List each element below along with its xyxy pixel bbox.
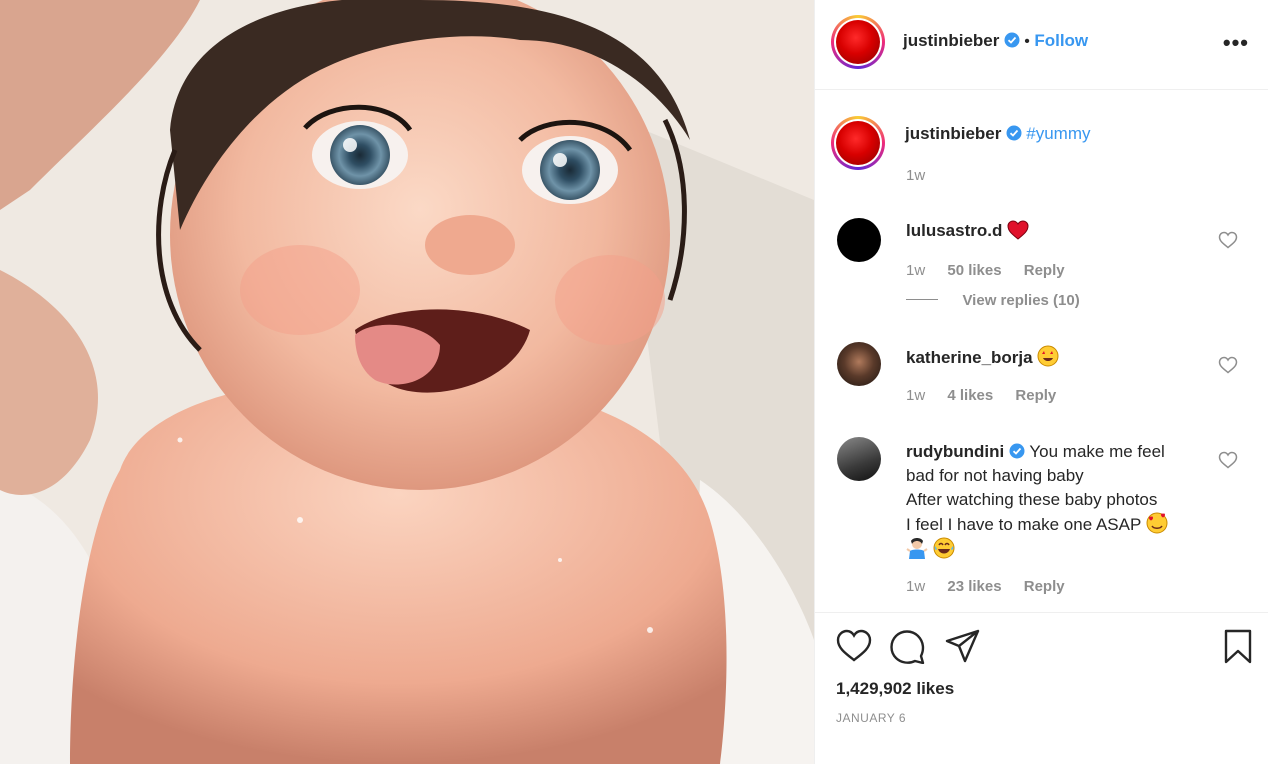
caption-time: 1w (906, 167, 926, 184)
comment-likes[interactable]: 4 likes (947, 387, 993, 404)
like-comment-heart-icon[interactable] (1218, 356, 1238, 374)
red-heart-emoji-icon (1007, 220, 1029, 240)
bookmark-icon[interactable] (1223, 629, 1253, 665)
comment-likes[interactable]: 23 likes (947, 578, 1001, 595)
shrug-emoji-icon (906, 538, 928, 559)
comment-avatar[interactable] (837, 437, 881, 481)
baby-photo-illustration (0, 0, 814, 764)
comment-avatar[interactable] (837, 342, 881, 386)
comment-body: katherine_borja (906, 345, 1059, 368)
star-struck-emoji-icon (1037, 345, 1059, 367)
comment-body: lulusastro.d (906, 220, 1029, 241)
like-comment-heart-icon[interactable] (1218, 451, 1238, 469)
comment-time: 1w (906, 262, 926, 279)
comment-avatar[interactable] (837, 218, 881, 262)
verified-icon (1006, 125, 1022, 141)
view-replies-label[interactable]: View replies (10) (962, 292, 1079, 309)
comment-text: You make me feel (1029, 442, 1165, 461)
more-icon[interactable]: ••• (1223, 30, 1249, 56)
comment-likes[interactable]: 50 likes (947, 262, 1001, 279)
comment-meta: 1w 50 likes Reply (906, 262, 1083, 279)
caption-author-avatar[interactable] (831, 116, 885, 170)
comment-text: After watching these baby photos (906, 490, 1158, 509)
post-details-panel: justinbieber • Follow ••• justinbieber #… (814, 0, 1268, 764)
comment-meta: 1w 4 likes Reply (906, 387, 1074, 404)
follow-button[interactable]: Follow (1034, 31, 1088, 50)
reply-button[interactable]: Reply (1024, 262, 1065, 279)
comment-username[interactable]: lulusastro.d (906, 221, 1002, 240)
comment-time: 1w (906, 387, 926, 404)
tears-of-joy-emoji-icon (933, 537, 955, 559)
author-username[interactable]: justinbieber (903, 31, 999, 50)
comment-meta: 1w 23 likes Reply (906, 578, 1083, 595)
comment-username[interactable]: katherine_borja (906, 348, 1033, 367)
caption-hashtag[interactable]: #yummy (1026, 124, 1090, 143)
like-comment-heart-icon[interactable] (1218, 231, 1238, 249)
comment-icon[interactable] (890, 630, 926, 664)
view-replies[interactable]: View replies (10) (906, 292, 1080, 310)
comment-time: 1w (906, 578, 926, 595)
verified-icon (1004, 32, 1020, 48)
post-photo[interactable] (0, 0, 814, 764)
likes-count[interactable]: 1,429,902 likes (836, 679, 954, 699)
separator-dot: • (1024, 33, 1030, 50)
view-replies-line (906, 299, 938, 300)
post-actions: 1,429,902 likes JANUARY 6 (815, 612, 1268, 764)
reply-button[interactable]: Reply (1024, 578, 1065, 595)
post-header: justinbieber • Follow ••• (815, 0, 1268, 90)
reply-button[interactable]: Reply (1015, 387, 1056, 404)
author-avatar[interactable] (831, 15, 885, 69)
comment-text: I feel I have to make one ASAP (906, 515, 1142, 534)
comment-text: bad for not having baby (906, 466, 1084, 485)
post-date: JANUARY 6 (836, 711, 907, 725)
verified-icon (1009, 443, 1025, 459)
comment-username[interactable]: rudybundini (906, 442, 1004, 461)
share-icon[interactable] (945, 629, 981, 663)
comment-body: rudybundini You make me feel bad for not… (906, 440, 1206, 562)
caption-username[interactable]: justinbieber (905, 124, 1001, 143)
heart-icon[interactable] (836, 629, 872, 663)
smiling-face-hearts-emoji-icon (1146, 512, 1168, 534)
caption: justinbieber #yummy (905, 124, 1091, 144)
